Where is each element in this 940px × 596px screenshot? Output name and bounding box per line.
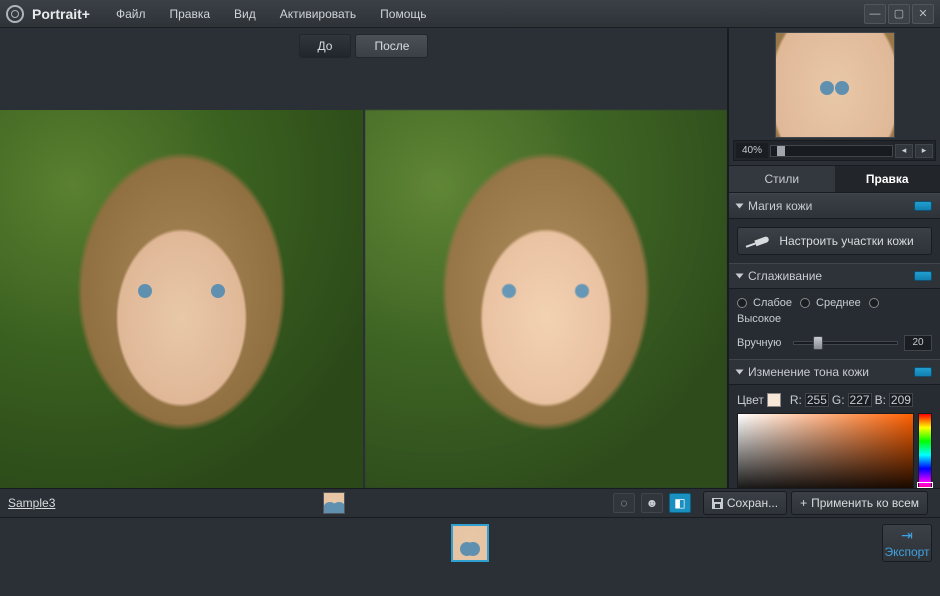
sidebar-tabs: Стили Правка	[729, 165, 940, 193]
b-value[interactable]: 209	[889, 393, 913, 407]
tab-before[interactable]: До	[299, 34, 352, 58]
apply-all-button[interactable]: + Применить ко всем	[791, 491, 928, 515]
radio-weak[interactable]	[737, 298, 747, 308]
menu-bar: Portrait+ Файл Правка Вид Активировать П…	[0, 0, 940, 28]
section-smoothing-header[interactable]: Сглаживание	[729, 263, 940, 289]
mask-tool-icon[interactable]: ◌	[613, 493, 635, 513]
color-saturation-value-picker[interactable]	[737, 413, 914, 488]
menu-edit[interactable]: Правка	[159, 3, 220, 25]
radio-high-label: Высокое	[737, 313, 781, 325]
window-close-button[interactable]: ✕	[912, 4, 934, 24]
chevron-down-icon	[736, 204, 744, 209]
radio-high[interactable]	[869, 298, 879, 308]
brush-icon	[755, 236, 770, 246]
smoothing-manual-label: Вручную	[737, 337, 787, 349]
main-area: До После 40% ◂ ▸ Стили Правка М	[0, 28, 940, 488]
filmstrip-thumbnail-1[interactable]	[451, 524, 489, 562]
r-value[interactable]: 255	[805, 393, 829, 407]
smoothing-slider[interactable]	[793, 341, 898, 345]
save-button[interactable]: Сохран...	[703, 491, 787, 515]
color-label: Цвет	[737, 393, 764, 407]
filmstrip: ⇥ Экспорт	[0, 518, 940, 568]
configure-skin-areas-button[interactable]: Настроить участки кожи	[737, 227, 932, 255]
tab-after[interactable]: После	[355, 34, 428, 58]
plus-icon: +	[800, 496, 807, 510]
navigator-preview: 40% ◂ ▸	[729, 28, 940, 165]
face-detect-icon[interactable]: ☻	[641, 493, 663, 513]
color-swatch[interactable]	[767, 393, 781, 407]
image-after[interactable]	[365, 62, 728, 488]
apply-all-label: Применить ко всем	[811, 496, 919, 510]
export-button[interactable]: ⇥ Экспорт	[882, 524, 932, 562]
color-hue-slider[interactable]	[918, 413, 932, 488]
zoom-prev-button[interactable]: ◂	[895, 144, 913, 158]
export-icon: ⇥	[901, 527, 913, 544]
image-before[interactable]	[0, 62, 363, 488]
chevron-down-icon	[736, 370, 744, 375]
tab-edit[interactable]: Правка	[835, 166, 940, 192]
b-label: B:	[875, 393, 886, 407]
before-after-tabs: До После	[0, 28, 727, 62]
menu-activate[interactable]: Активировать	[270, 3, 366, 25]
window-minimize-button[interactable]: —	[864, 4, 886, 24]
radio-weak-label: Слабое	[753, 297, 792, 309]
menu-help[interactable]: Помощь	[370, 3, 436, 25]
configure-skin-areas-label: Настроить участки кожи	[779, 234, 913, 248]
status-bar: Sample3 ◌ ☻ ◧ Сохран... + Применить ко в…	[0, 488, 940, 518]
window-maximize-button[interactable]: ▢	[888, 4, 910, 24]
right-sidebar: 40% ◂ ▸ Стили Правка Магия кожи Настроит…	[728, 28, 940, 488]
smoothing-value[interactable]: 20	[904, 335, 932, 351]
g-label: G:	[832, 393, 845, 407]
radio-medium-label: Среднее	[816, 297, 861, 309]
radio-medium[interactable]	[800, 298, 810, 308]
navigator-thumbnail[interactable]	[775, 32, 895, 138]
save-icon	[712, 498, 723, 509]
section-skin-magic-title: Магия кожи	[748, 199, 812, 213]
tab-styles[interactable]: Стили	[729, 166, 835, 192]
g-value[interactable]: 227	[848, 393, 872, 407]
skin-magic-toggle[interactable]	[914, 201, 932, 211]
split-view-icon[interactable]: ◧	[669, 493, 691, 513]
menu-view[interactable]: Вид	[224, 3, 266, 25]
comparison-pane: До После	[0, 28, 728, 488]
zoom-next-button[interactable]: ▸	[915, 144, 933, 158]
save-button-label: Сохран...	[727, 496, 778, 510]
face-thumbnail[interactable]	[323, 492, 345, 514]
app-title: Portrait+	[32, 6, 90, 22]
skin-tone-toggle[interactable]	[914, 367, 932, 377]
section-smoothing-title: Сглаживание	[748, 269, 822, 283]
smoothing-toggle[interactable]	[914, 271, 932, 281]
edit-panel: Магия кожи Настроить участки кожи Сглажи…	[729, 193, 940, 488]
export-label: Экспорт	[884, 545, 929, 559]
zoom-value: 40%	[736, 143, 768, 158]
app-logo-icon	[6, 5, 24, 23]
zoom-slider[interactable]	[770, 145, 893, 157]
r-label: R:	[790, 393, 802, 407]
current-filename[interactable]: Sample3	[8, 496, 55, 510]
section-skin-tone-title: Изменение тона кожи	[748, 365, 869, 379]
menu-file[interactable]: Файл	[106, 3, 156, 25]
chevron-down-icon	[736, 274, 744, 279]
section-skin-magic-header[interactable]: Магия кожи	[729, 193, 940, 219]
section-skin-tone-header[interactable]: Изменение тона кожи	[729, 359, 940, 385]
